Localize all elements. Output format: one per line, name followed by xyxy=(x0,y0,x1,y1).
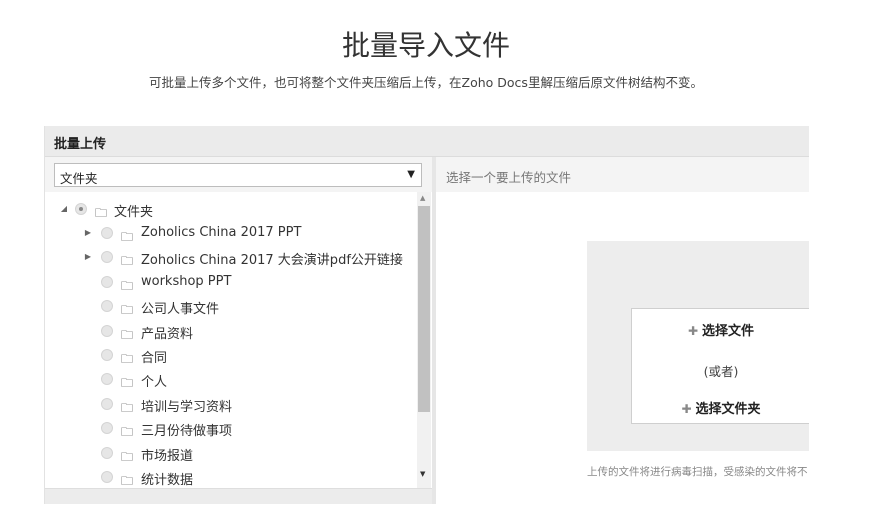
tree-item-label: Zoholics China 2017 大会演讲pdf公开链接 xyxy=(141,253,403,269)
dropdown-arrow-icon: ▼ xyxy=(407,169,415,180)
tree-item[interactable]: ▶ 🗀 Zoholics China 2017 PPT xyxy=(45,224,417,248)
tree-item-label: 培训与学习资料 xyxy=(141,399,233,415)
folder-select[interactable]: 文件夹 ▼ xyxy=(54,163,422,187)
radio-icon[interactable] xyxy=(101,300,113,313)
tree-item-label: 统计数据 xyxy=(141,473,194,488)
plus-icon: ✚ xyxy=(681,402,692,416)
radio-icon[interactable] xyxy=(101,373,113,386)
tree-item[interactable]: 🗀 产品资料 xyxy=(45,322,417,346)
panel-header: 批量上传 xyxy=(45,126,809,157)
folder-icon: 🗀 xyxy=(121,474,134,488)
expand-toggle-icon[interactable]: ▶ xyxy=(83,228,93,237)
tree-item[interactable]: 🗀 市场报道 xyxy=(45,444,417,468)
choose-file-button[interactable]: ✚ 选择文件 xyxy=(632,320,810,339)
folder-icon: 🗀 xyxy=(121,425,134,440)
tree-item[interactable]: 🗀 培训与学习资料 xyxy=(45,395,417,419)
folder-select-value: 文件夹 xyxy=(60,171,98,186)
tree-item-label: 三月份待做事项 xyxy=(141,424,233,440)
page-subtitle: 可批量上传多个文件，也可将整个文件夹压缩后上传，在Zoho Docs里解压缩后原… xyxy=(149,75,703,90)
radio-icon[interactable] xyxy=(101,324,113,337)
tree-scrollbar[interactable]: ▲ ▼ xyxy=(417,192,431,488)
tree-item[interactable]: 🗀 合同 xyxy=(45,346,417,370)
folder-icon: 🗀 xyxy=(121,449,134,464)
radio-icon[interactable] xyxy=(101,275,113,288)
folder-icon: 🗀 xyxy=(121,376,134,391)
plus-icon: ✚ xyxy=(687,324,699,338)
tree-item-label: 公司人事文件 xyxy=(141,302,220,318)
folder-icon: 🗀 xyxy=(121,303,134,318)
radio-icon[interactable] xyxy=(101,397,113,410)
scroll-down-icon[interactable]: ▼ xyxy=(420,470,425,478)
folder-tree-pane: 文件夹 ▼ ◢ 🗀 文件夹 ▶ 🗀 Zoholics China 2017 PPT ▶… xyxy=(45,157,432,504)
panel-header-title: 批量上传 xyxy=(54,137,107,152)
tree-item[interactable]: 🗀 公司人事文件 xyxy=(45,297,417,321)
choose-folder-button[interactable]: ✚ 选择文件夹 xyxy=(632,398,810,417)
tree-item-label: 市场报道 xyxy=(141,448,194,464)
upload-choice-box: ✚ 选择文件 (或者) ✚ 选择文件夹 xyxy=(631,308,809,424)
upload-hint-bar: 选择一个要上传的文件 xyxy=(436,157,809,192)
tree-item-label: Zoholics China 2017 PPT xyxy=(141,225,302,240)
batch-upload-panel: 批量上传 文件夹 ▼ ◢ 🗀 文件夹 ▶ 🗀 Zoholics China 2017… xyxy=(44,126,809,504)
folder-tree: ◢ 🗀 文件夹 ▶ 🗀 Zoholics China 2017 PPT ▶ 🗀 Zohol… xyxy=(45,192,417,488)
folder-icon: 🗀 xyxy=(121,400,134,415)
tree-item-label: 合同 xyxy=(141,351,168,366)
folder-icon: 🗀 xyxy=(121,352,134,366)
radio-icon[interactable] xyxy=(101,471,113,483)
upload-pane: 选择一个要上传的文件 ✚ 选择文件 (或者) ✚ 选择文件夹 上传的文件将进行病毒扫… xyxy=(436,157,809,504)
radio-icon[interactable] xyxy=(101,251,113,264)
tree-item[interactable]: ▶ 🗀 Zoholics China 2017 大会演讲pdf公开链接 xyxy=(45,248,417,272)
folder-icon: 🗀 xyxy=(121,230,134,244)
tree-pane-footer xyxy=(45,488,432,504)
scroll-up-icon[interactable]: ▲ xyxy=(420,194,425,202)
tree-item-label: 个人 xyxy=(141,375,168,391)
tree-item[interactable]: 🗀 workshop PPT xyxy=(45,273,417,297)
folder-icon: 🗀 xyxy=(121,278,134,293)
or-label: (或者) xyxy=(703,364,739,379)
radio-icon[interactable] xyxy=(101,422,113,435)
upload-drop-area[interactable]: ✚ 选择文件 (或者) ✚ 选择文件夹 xyxy=(587,241,809,451)
scrollbar-thumb[interactable] xyxy=(418,206,430,412)
tree-item[interactable]: 🗀 统计数据 xyxy=(45,468,417,488)
collapse-toggle-icon[interactable]: ◢ xyxy=(59,204,69,213)
folder-icon: 🗀 xyxy=(95,206,108,220)
folder-icon: 🗀 xyxy=(121,327,134,342)
radio-icon[interactable] xyxy=(101,349,113,361)
page-title: 批量导入文件 xyxy=(341,29,510,62)
upload-hint: 选择一个要上传的文件 xyxy=(446,170,572,185)
tree-item[interactable]: 🗀 个人 xyxy=(45,370,417,394)
tree-item-label: 文件夹 xyxy=(114,205,154,220)
tree-item-label: workshop PPT xyxy=(141,273,232,289)
virus-scan-note: 上传的文件将进行病毒扫描，受感染的文件将不 xyxy=(587,466,808,478)
expand-toggle-icon[interactable]: ▶ xyxy=(83,252,93,261)
tree-item[interactable]: 🗀 三月份待做事项 xyxy=(45,419,417,443)
tree-item-label: 产品资料 xyxy=(141,326,194,342)
radio-icon[interactable] xyxy=(101,446,113,459)
folder-icon: 🗀 xyxy=(121,254,134,269)
radio-icon[interactable] xyxy=(101,227,113,239)
tree-root[interactable]: ◢ 🗀 文件夹 xyxy=(45,200,417,224)
radio-selected-icon[interactable] xyxy=(75,203,87,215)
